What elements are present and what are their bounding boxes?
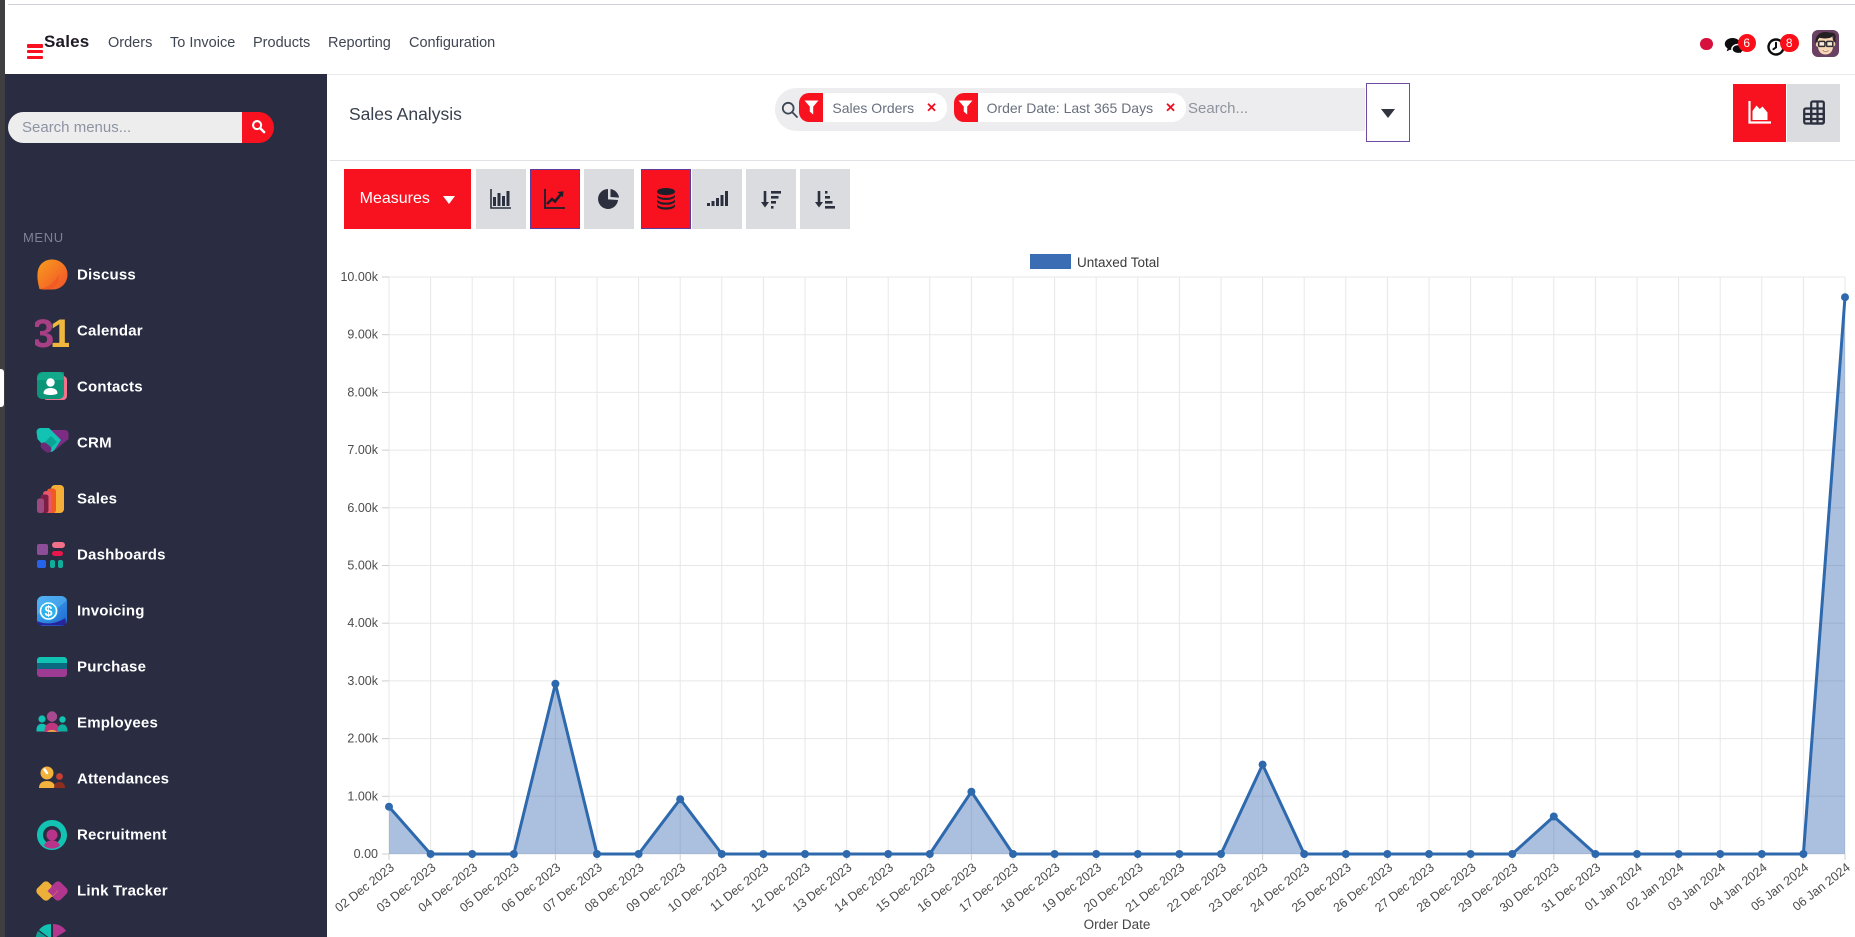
svg-text:3.00k: 3.00k — [347, 674, 378, 688]
svg-text:7.00k: 7.00k — [347, 443, 378, 457]
svg-text:1: 1 — [50, 314, 69, 348]
svg-text:9.00k: 9.00k — [347, 328, 378, 342]
svg-text:8.00k: 8.00k — [347, 385, 378, 399]
svg-text:$: $ — [45, 604, 53, 620]
svg-text:10.00k: 10.00k — [340, 270, 378, 284]
svg-text:0.00: 0.00 — [354, 847, 378, 861]
svg-text:1.00k: 1.00k — [347, 789, 378, 803]
svg-text:6.00k: 6.00k — [347, 501, 378, 515]
svg-text:5.00k: 5.00k — [347, 559, 378, 573]
svg-text:Untaxed Total: Untaxed Total — [1077, 255, 1159, 270]
svg-text:4.00k: 4.00k — [347, 616, 378, 630]
svg-text:2.00k: 2.00k — [347, 732, 378, 746]
svg-text:Order Date: Order Date — [1084, 917, 1151, 932]
